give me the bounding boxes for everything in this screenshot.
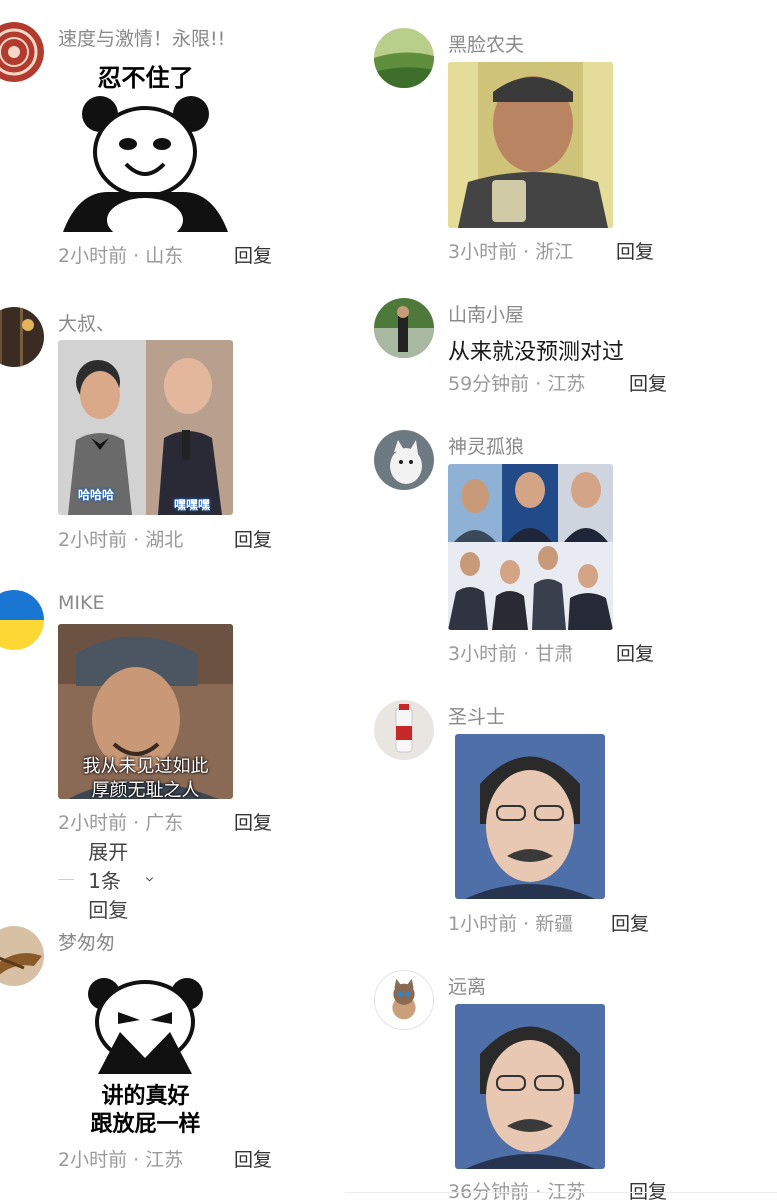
reply-button[interactable]: 回复 — [234, 241, 272, 268]
avatar[interactable] — [0, 926, 44, 986]
meta-separator: · — [133, 245, 140, 267]
reply-button[interactable]: 回复 — [234, 808, 272, 835]
avatar[interactable] — [374, 298, 434, 358]
avatar[interactable] — [374, 28, 434, 88]
meme-image[interactable] — [455, 734, 605, 899]
subtitle-line: 我从未见过如此 — [82, 756, 209, 777]
avatar[interactable] — [374, 430, 434, 490]
username[interactable]: 远离 — [448, 972, 486, 999]
expand-replies-label: 展开1条回复 — [88, 839, 129, 922]
comment-meta: 1小时前 · 新疆 — [448, 909, 573, 936]
comment-location: 湖北 — [145, 529, 184, 551]
comment-time: 2小时前 — [58, 245, 128, 267]
emote-tag: 嘿嘿嘿 — [174, 498, 211, 512]
comment-meta: 2小时前 · 湖北 — [58, 525, 183, 552]
comment-location: 山东 — [145, 245, 184, 267]
comment-location: 江苏 — [547, 373, 586, 395]
comment-meta: 2小时前 · 广东 — [58, 808, 183, 835]
meta-separator: · — [535, 373, 542, 395]
username[interactable]: 黑脸农夫 — [448, 30, 524, 57]
meta-separator: · — [133, 1149, 140, 1171]
meta-separator: · — [523, 913, 530, 935]
reply-button[interactable]: 回复 — [234, 525, 272, 552]
comment-time: 2小时前 — [58, 1149, 128, 1171]
comment-meta: 3小时前 · 甘肃 — [448, 639, 573, 666]
meme-image[interactable]: 哈哈哈 嘿嘿嘿 — [58, 340, 233, 515]
comment-location: 广东 — [145, 812, 184, 834]
comment-location: 江苏 — [145, 1149, 184, 1171]
meta-separator: · — [133, 812, 140, 834]
username[interactable]: 山南小屋 — [448, 300, 524, 327]
meme-image[interactable]: 忍不住了 — [58, 52, 233, 232]
expand-replies-button[interactable]: 展开1条回复 — [58, 840, 154, 922]
emote-tag: 哈哈哈 — [78, 488, 115, 502]
username[interactable]: 梦匆匆 — [58, 928, 115, 955]
comment-time: 2小时前 — [58, 812, 128, 834]
avatar[interactable] — [0, 307, 44, 367]
reply-button[interactable]: 回复 — [629, 369, 667, 396]
comment-time: 59分钟前 — [448, 373, 530, 395]
comment-meta: 2小时前 · 山东 — [58, 241, 183, 268]
reply-button[interactable]: 回复 — [611, 909, 649, 936]
meta-separator: · — [523, 643, 530, 665]
comment-time: 2小时前 — [58, 529, 128, 551]
meme-image[interactable] — [448, 464, 613, 630]
avatar[interactable] — [0, 22, 44, 82]
comment-text: 从来就没预测对过 — [448, 340, 625, 365]
divider — [345, 1192, 777, 1193]
reply-button[interactable]: 回复 — [616, 237, 654, 264]
username[interactable]: 圣斗士 — [448, 702, 505, 729]
meme-image[interactable]: 我从未见过如此 厚颜无耻之人 — [58, 624, 233, 799]
username[interactable]: MIKE — [58, 592, 104, 614]
avatar[interactable] — [374, 700, 434, 760]
username[interactable]: 大叔、 — [58, 309, 115, 336]
comment-time: 3小时前 — [448, 241, 518, 263]
reply-button[interactable]: 回复 — [616, 639, 654, 666]
comment-location: 新疆 — [535, 913, 574, 935]
meme-image[interactable] — [448, 62, 613, 228]
meta-separator: · — [523, 241, 530, 263]
comment-time: 1小时前 — [448, 913, 518, 935]
comment-location: 甘肃 — [535, 643, 574, 665]
comment-meta: 2小时前 · 江苏 — [58, 1145, 183, 1172]
avatar[interactable] — [374, 970, 434, 1030]
avatar[interactable] — [0, 590, 44, 650]
comment-meta: 3小时前 · 浙江 — [448, 237, 573, 264]
comment-location: 浙江 — [535, 241, 574, 263]
subtitle-line: 厚颜无耻之人 — [91, 780, 200, 799]
username[interactable]: 神灵孤狼 — [448, 432, 524, 459]
meme-image[interactable]: 讲的真好 跟放屁一样 — [58, 962, 233, 1137]
username[interactable]: 速度与激情！永限!! — [58, 24, 225, 51]
chevron-down-icon — [146, 877, 154, 882]
meta-separator: · — [133, 529, 140, 551]
comment-meta: 59分钟前 · 江苏 — [448, 369, 585, 396]
meme-image[interactable] — [455, 1004, 605, 1169]
reply-button[interactable]: 回复 — [234, 1145, 272, 1172]
expand-divider — [58, 878, 75, 880]
comment-time: 3小时前 — [448, 643, 518, 665]
meme-caption: 跟放屁一样 — [90, 1112, 201, 1137]
